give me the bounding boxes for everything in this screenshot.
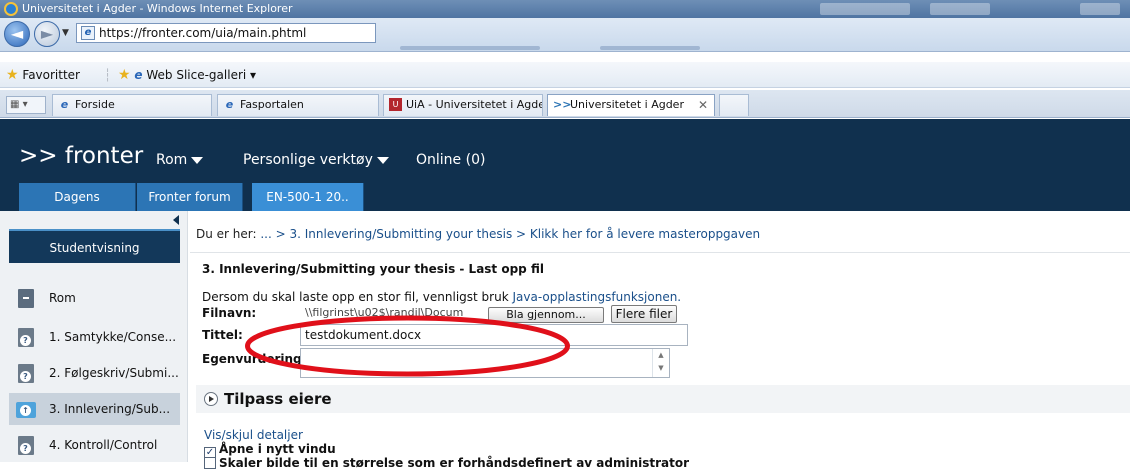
- room-icon: [18, 289, 34, 308]
- sidebar-item-rom[interactable]: Rom: [9, 282, 180, 314]
- fronter-header: >> fronter Rom Personlige verktøy Online…: [0, 119, 1130, 211]
- page-icon: e: [81, 26, 95, 40]
- info-text: Dersom du skal laste opp en stor fil, ve…: [202, 290, 513, 304]
- ie-page-icon: e: [60, 98, 69, 111]
- toolbar-separator: ┆: [104, 68, 112, 82]
- close-tab-icon[interactable]: ✕: [698, 95, 708, 115]
- internet-explorer-icon: [4, 2, 18, 16]
- browser-tab-uia[interactable]: U UiA - Universitetet i Agder: [383, 94, 543, 116]
- tab-label: Forside: [75, 98, 115, 111]
- menu-personlige-verktoy[interactable]: Personlige verktøy: [243, 152, 389, 168]
- menu-online[interactable]: Online (0): [416, 152, 485, 168]
- java-upload-link[interactable]: Java-opplastingsfunksjonen.: [512, 290, 681, 304]
- document-help-icon: ?: [18, 328, 34, 347]
- window-title: Universitetet i Agder - Windows Internet…: [22, 2, 293, 15]
- ie-page-icon: e: [225, 98, 234, 111]
- browser-tab-fasportalen[interactable]: e Fasportalen: [217, 94, 379, 116]
- uia-site-icon: U: [389, 98, 402, 111]
- quick-tabs-button[interactable]: ▦ ▾: [6, 96, 46, 114]
- blurred-region: [1080, 3, 1120, 15]
- favorites-button[interactable]: ★ Favoritter: [6, 67, 80, 83]
- favorites-star-icon: ★: [6, 67, 19, 83]
- file-path-field[interactable]: \\filgrinst\u02$\randil\Docum: [305, 306, 485, 320]
- title-label: Tittel:: [202, 328, 243, 342]
- self-evaluation-textarea[interactable]: [300, 348, 670, 378]
- tab-dagens[interactable]: Dagens: [19, 183, 136, 211]
- document-help-icon: ?: [18, 364, 34, 383]
- url-input[interactable]: e https://fronter.com/uia/main.phtml: [76, 23, 376, 43]
- browser-tab-bar: ▦ ▾ e Forside e Fasportalen U UiA - Univ…: [0, 90, 1130, 118]
- sidebar-item-label: 1. Samtykke/Conse...: [49, 330, 177, 344]
- sidebar-item-label: 2. Følgeskriv/Submi...: [49, 366, 179, 380]
- breadcrumb-trail[interactable]: ... > 3. Innlevering/Submitting your the…: [257, 227, 760, 241]
- sidebar-item-kontroll[interactable]: ? 4. Kontroll/Control: [9, 429, 180, 461]
- url-text: https://fronter.com/uia/main.phtml: [99, 26, 307, 40]
- title-input[interactable]: testdokument.docx: [300, 324, 688, 346]
- breadcrumb: Du er her: ... > 3. Innlevering/Submitti…: [196, 227, 760, 241]
- tab-label: Fasportalen: [240, 98, 304, 111]
- address-bar: ◄ ► ▼ e https://fronter.com/uia/main.pht…: [0, 18, 1130, 52]
- favorites-label: Favoritter: [22, 68, 80, 82]
- sidebar-item-samtykke[interactable]: ? 1. Samtykke/Conse...: [9, 321, 180, 353]
- checkbox-label: Åpne i nytt vindu: [219, 442, 336, 456]
- tab-en-500-1[interactable]: EN-500-1 20..: [252, 183, 364, 211]
- show-hide-details-link[interactable]: Vis/skjul detaljer: [204, 428, 303, 442]
- menu-label: Personlige verktøy: [243, 152, 373, 168]
- chevron-down-icon: [376, 156, 389, 164]
- web-slice-gallery[interactable]: ★ e Web Slice-galleri ▾: [118, 67, 256, 83]
- back-button[interactable]: ◄: [4, 21, 30, 47]
- sidebar-item-label: Rom: [49, 291, 76, 305]
- add-favorite-icon: ★: [118, 67, 131, 83]
- customize-owners-section[interactable]: Tilpass eiere: [196, 385, 1130, 413]
- folder-icon: ↑: [16, 402, 36, 418]
- browse-button[interactable]: Bla gjennom...: [488, 307, 604, 323]
- tab-fronter-forum[interactable]: Fronter forum: [137, 183, 243, 211]
- menu-label: Online (0): [416, 152, 486, 168]
- window-title-bar: Universitetet i Agder - Windows Internet…: [0, 0, 1130, 18]
- blurred-region: [600, 46, 700, 50]
- history-dropdown-icon[interactable]: ▼: [62, 28, 69, 38]
- document-help-icon: ?: [18, 436, 34, 455]
- fronter-icon: >>: [553, 98, 572, 111]
- browser-tab-universitetet-i-agder[interactable]: >> Universitetet i Agder ✕: [547, 94, 715, 116]
- sidebar-item-innlevering[interactable]: ↑ 3. Innlevering/Sub...: [9, 393, 180, 425]
- sidebar-item-label: 4. Kontroll/Control: [49, 438, 158, 452]
- student-view-button[interactable]: Studentvisning: [9, 229, 180, 263]
- new-tab-button[interactable]: [719, 94, 749, 116]
- scale-image-option[interactable]: Skaler bilde til en størrelse som er for…: [204, 456, 689, 470]
- web-slice-label: Web Slice-galleri ▾: [146, 68, 257, 82]
- checkbox-label: Skaler bilde til en størrelse som er for…: [219, 456, 690, 470]
- favorites-bar: ★ Favoritter ┆ ★ e Web Slice-galleri ▾: [0, 62, 1130, 88]
- fronter-logo[interactable]: >> fronter: [19, 143, 143, 169]
- menu-label: Rom: [156, 152, 188, 168]
- customize-owners-label: Tilpass eiere: [224, 390, 332, 408]
- filename-label: Filnavn:: [202, 306, 257, 320]
- breadcrumb-prefix: Du er her:: [196, 227, 257, 241]
- more-files-button[interactable]: Flere filer: [611, 305, 677, 323]
- page-title: 3. Innlevering/Submitting your thesis - …: [202, 262, 544, 276]
- forward-button[interactable]: ►: [34, 21, 60, 47]
- collapse-sidebar-icon[interactable]: [173, 215, 179, 225]
- tab-label: UiA - Universitetet i Agder: [406, 98, 543, 111]
- blurred-region: [400, 46, 540, 50]
- chevron-down-icon: [191, 156, 204, 164]
- divider: [190, 252, 1130, 253]
- self-evaluation-label: Egenvurdering:: [202, 352, 307, 366]
- expand-arrow-icon: [204, 392, 218, 406]
- blurred-region: [820, 3, 910, 15]
- checkbox-unchecked[interactable]: [204, 457, 216, 469]
- blurred-region: [930, 3, 990, 15]
- page-icon: e: [134, 68, 143, 82]
- sidebar-item-label: 3. Innlevering/Sub...: [49, 402, 171, 416]
- upload-info: Dersom du skal laste opp en stor fil, ve…: [202, 290, 681, 304]
- menu-rom[interactable]: Rom: [156, 152, 204, 168]
- tab-label: Universitetet i Agder: [570, 98, 684, 111]
- textarea-scrollbar[interactable]: ▲ ▼: [652, 349, 669, 377]
- sidebar-item-folgeskriv[interactable]: ? 2. Følgeskriv/Submi...: [9, 357, 180, 389]
- browser-tab-forside[interactable]: e Forside: [52, 94, 212, 116]
